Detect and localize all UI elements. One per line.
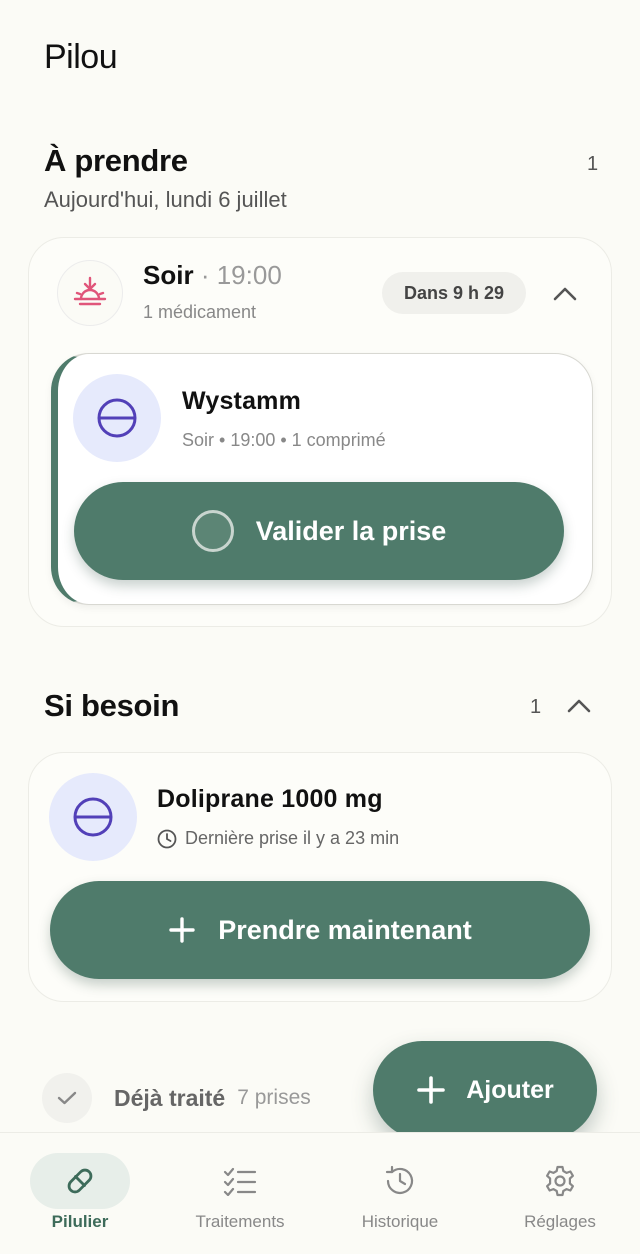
nav-item-traitements[interactable]: Traitements bbox=[160, 1133, 320, 1254]
pill-icon bbox=[73, 374, 161, 462]
nav-label-reglages: Réglages bbox=[524, 1212, 596, 1231]
already-handled-row[interactable]: Déjà traité 7 prises bbox=[42, 1072, 311, 1124]
collapse-as-needed-button[interactable] bbox=[565, 692, 593, 720]
already-handled-count: 7 prises bbox=[237, 1086, 311, 1109]
last-taken-text: Dernière prise il y a 23 min bbox=[185, 828, 400, 848]
to-take-date: Aujourd'hui, lundi 6 juillet bbox=[44, 187, 287, 212]
medication-details: Soir • 19:00 • 1 comprimé bbox=[182, 430, 386, 450]
slot-title: Soir · 19:00 bbox=[143, 260, 282, 291]
as-needed-card: Doliprane 1000 mg Dernière prise il y a … bbox=[28, 752, 612, 1002]
medication-card: Wystamm Soir • 19:00 • 1 comprimé Valide… bbox=[51, 353, 593, 605]
validate-dose-button[interactable]: Valider la prise bbox=[74, 482, 564, 580]
evening-schedule-card: Soir · 19:00 1 médicament Dans 9 h 29 Wy… bbox=[28, 237, 612, 627]
clock-icon bbox=[157, 829, 177, 848]
add-button-label: Ajouter bbox=[466, 1075, 554, 1104]
as-needed-count: 1 bbox=[530, 696, 542, 718]
countdown-badge: Dans 9 h 29 bbox=[382, 272, 526, 314]
app-title: Pilou bbox=[44, 38, 118, 76]
nav-item-reglages[interactable]: Réglages bbox=[480, 1133, 640, 1254]
slot-time: 19:00 bbox=[216, 260, 282, 290]
to-take-count: 1 bbox=[587, 153, 599, 175]
history-icon bbox=[350, 1153, 450, 1209]
plus-icon bbox=[169, 917, 195, 943]
nav-label-pilulier: Pilulier bbox=[51, 1212, 109, 1231]
validate-dose-label: Valider la prise bbox=[255, 515, 447, 546]
nav-item-historique[interactable]: Historique bbox=[320, 1133, 480, 1254]
chevron-up-icon bbox=[553, 287, 577, 301]
slot-name: Soir bbox=[143, 260, 194, 290]
medication-name: Wystamm bbox=[182, 387, 302, 415]
plus-icon bbox=[417, 1076, 446, 1104]
as-needed-section-title: Si besoin bbox=[44, 688, 180, 723]
slot-separator: · bbox=[200, 260, 210, 290]
checklist-icon bbox=[190, 1153, 290, 1209]
nav-label-traitements: Traitements bbox=[195, 1212, 285, 1231]
take-now-label: Prendre maintenant bbox=[218, 914, 472, 945]
pill-icon bbox=[49, 773, 137, 861]
unchecked-circle-icon bbox=[191, 510, 234, 552]
to-take-section-title: À prendre bbox=[44, 143, 188, 178]
already-handled-label: Déjà traité bbox=[114, 1084, 226, 1111]
slot-subtitle: 1 médicament bbox=[143, 302, 257, 322]
check-icon bbox=[42, 1073, 92, 1123]
nav-item-pilulier[interactable]: Pilulier bbox=[0, 1133, 160, 1254]
add-button[interactable]: Ajouter bbox=[373, 1041, 597, 1139]
nav-label-historique: Historique bbox=[361, 1212, 439, 1231]
chevron-up-icon bbox=[567, 699, 591, 713]
pill-capsule-icon bbox=[30, 1153, 130, 1209]
take-now-button[interactable]: Prendre maintenant bbox=[50, 881, 590, 979]
last-taken-row: Dernière prise il y a 23 min bbox=[157, 828, 399, 849]
as-needed-medication-name: Doliprane 1000 mg bbox=[157, 785, 383, 813]
gear-icon bbox=[510, 1153, 610, 1209]
collapse-slot-button[interactable] bbox=[551, 280, 579, 308]
sunset-icon bbox=[57, 260, 123, 326]
bottom-nav: Pilulier Traitements Historique Réglages bbox=[0, 1132, 640, 1254]
